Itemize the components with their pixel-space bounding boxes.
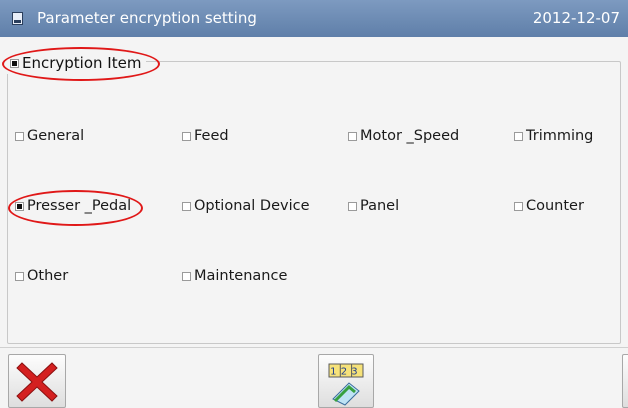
numbering-digits: 123 — [330, 367, 362, 378]
checkbox-icon — [514, 131, 523, 141]
checkbox-label: Counter — [526, 198, 584, 214]
checkbox-label: Other — [27, 268, 69, 284]
checkbox-motor-speed[interactable]: Motor _Speed — [348, 128, 459, 144]
checkbox-label: General — [27, 128, 85, 144]
date-display: 2012-12-07 — [532, 9, 620, 27]
checkbox-trimming[interactable]: Trimming — [514, 128, 593, 144]
checkbox-feed[interactable]: Feed — [182, 128, 229, 144]
checkbox-label: Trimming — [526, 128, 594, 144]
numbering-button[interactable]: 123 — [318, 354, 374, 408]
checkbox-label: Optional Device — [194, 198, 310, 214]
checkbox-label: Maintenance — [194, 268, 288, 284]
number-keypad-icon: 123 — [328, 363, 364, 406]
checkbox-icon — [15, 201, 24, 211]
title-bar: Parameter encryption setting 2012-12-07 — [0, 0, 628, 37]
checkbox-general[interactable]: General — [15, 128, 84, 144]
checkbox-icon — [514, 201, 523, 211]
checkbox-icon — [15, 131, 24, 141]
next-toolbar-button[interactable] — [622, 354, 628, 408]
checkbox-label: Panel — [360, 198, 400, 214]
checkbox-icon — [182, 271, 191, 281]
cancel-button[interactable] — [8, 354, 66, 408]
checkbox-optional-device[interactable]: Optional Device — [182, 198, 310, 214]
encryption-item-label: Encryption Item — [22, 54, 142, 72]
checkbox-icon — [348, 201, 357, 211]
checkbox-presser-pedal[interactable]: Presser _Pedal — [15, 198, 131, 214]
document-icon — [12, 12, 23, 25]
close-icon — [16, 362, 58, 402]
checkbox-panel[interactable]: Panel — [348, 198, 399, 214]
checkbox-other[interactable]: Other — [15, 268, 68, 284]
checkbox-icon — [10, 58, 19, 68]
checkbox-icon — [182, 131, 191, 141]
window-title: Parameter encryption setting — [37, 9, 257, 27]
checkbox-label: Motor _Speed — [360, 128, 460, 144]
encryption-item-checkbox[interactable]: Encryption Item — [6, 52, 147, 74]
checkbox-label: Presser _Pedal — [27, 198, 132, 214]
bottom-toolbar: 123 — [0, 347, 628, 408]
checkbox-icon — [182, 201, 191, 211]
checkbox-label: Feed — [194, 128, 229, 144]
checkbox-counter[interactable]: Counter — [514, 198, 584, 214]
checkbox-maintenance[interactable]: Maintenance — [182, 268, 287, 284]
checkbox-icon — [348, 131, 357, 141]
checkbox-icon — [15, 271, 24, 281]
